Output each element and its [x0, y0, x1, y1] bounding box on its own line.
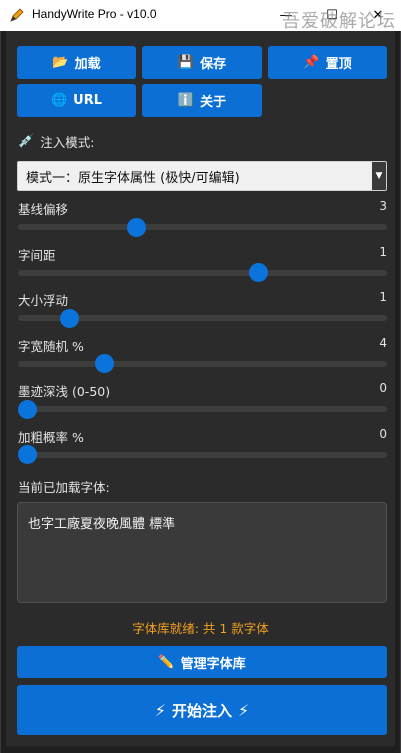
save-label: 保存 [200, 57, 227, 72]
pencil-icon: ✏️ [158, 654, 175, 670]
slider-handle[interactable] [18, 445, 37, 464]
inject-mode-select[interactable]: 模式一：原生字体属性 (极快/可编辑) ▼ [17, 161, 387, 191]
url-label: URL [73, 93, 103, 108]
manage-fonts-button[interactable]: ✏️ 管理字体库 [17, 646, 387, 678]
minimize-button[interactable]: — [263, 0, 309, 31]
main-panel: 📂 加载 💾 保存 📌 置顶 🌐 URL ℹ️ 关于 💉 注入模式: 模式一：原… [6, 31, 395, 746]
save-button[interactable]: 💾 保存 [142, 46, 262, 79]
slider-label: 墨迹深浅 (0-50) [18, 384, 111, 399]
manage-fonts-label: 管理字体库 [180, 656, 246, 672]
loaded-fonts-text: 也字工廠夏夜晚風體 標準 [28, 517, 176, 532]
slider-label: 字间距 [18, 247, 56, 263]
slider-track[interactable] [18, 406, 387, 412]
slider-handle[interactable] [95, 354, 114, 373]
slider-value: 3 [379, 199, 387, 213]
pin-button[interactable]: 📌 置顶 [268, 46, 387, 79]
slider-handle[interactable] [249, 263, 268, 282]
slider-track[interactable] [18, 360, 387, 367]
floppy-icon: 💾 [177, 55, 195, 70]
lightning-icon: ⚡ [238, 700, 250, 720]
start-inject-button[interactable]: ⚡ 开始注入 ⚡ [17, 685, 387, 735]
slider-value: 1 [379, 244, 387, 259]
slider-value: 0 [379, 381, 387, 395]
pen-app-icon [10, 8, 24, 22]
pin-label: 置顶 [325, 57, 352, 72]
slider-value: 1 [379, 290, 387, 304]
info-icon: ℹ️ [177, 93, 195, 108]
slider-label: 加粗概率 % [18, 429, 84, 445]
slider-track[interactable] [18, 269, 387, 276]
title-bar: HandyWrite Pro - v10.0 — ☐ ✕ [0, 0, 401, 31]
loaded-fonts-box[interactable]: 也字工廠夏夜晚風體 標準 [17, 502, 387, 603]
slider-handle[interactable] [60, 308, 79, 328]
close-button[interactable]: ✕ [355, 0, 401, 31]
slider-handle[interactable] [18, 399, 37, 419]
maximize-button[interactable]: ☐ [309, 0, 355, 31]
slider-value: 4 [379, 335, 387, 350]
slider-label: 大小浮动 [18, 293, 69, 308]
loaded-fonts-label: 当前已加载字体: [18, 480, 110, 495]
load-button[interactable]: 📂 加载 [17, 46, 136, 79]
url-button[interactable]: 🌐 URL [17, 84, 136, 117]
lightning-icon: ⚡ [154, 700, 166, 720]
window-title: HandyWrite Pro - v10.0 [32, 7, 157, 21]
inject-mode-value: 模式一：原生字体属性 (极快/可编辑) [26, 170, 240, 186]
slider-label: 基线偏移 [18, 202, 69, 217]
slider-label: 字宽随机 % [18, 338, 84, 354]
font-status-text: 字体库就绪: 共 1 款字体 [132, 621, 269, 636]
inject-mode-label: 注入模式: [40, 135, 95, 150]
syringe-icon: 💉 [18, 134, 35, 149]
chevron-down-icon[interactable]: ▼ [372, 162, 386, 190]
about-label: 关于 [200, 95, 227, 110]
load-label: 加载 [74, 57, 101, 72]
about-button[interactable]: ℹ️ 关于 [142, 84, 262, 117]
inject-mode-heading: 💉 注入模式: [18, 132, 94, 151]
slider-track[interactable] [18, 224, 387, 230]
slider-track[interactable] [18, 451, 387, 458]
globe-icon: 🌐 [50, 93, 68, 108]
pushpin-icon: 📌 [303, 55, 320, 70]
start-inject-label: 开始注入 [171, 701, 232, 720]
folder-icon: 📂 [52, 55, 69, 70]
slider-handle[interactable] [126, 217, 146, 237]
slider-value: 0 [379, 426, 387, 441]
